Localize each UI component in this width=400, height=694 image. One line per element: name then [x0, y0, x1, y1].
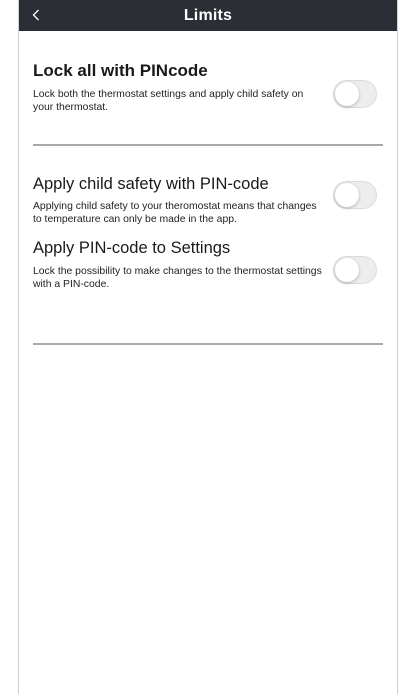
child-safety-toggle[interactable]	[333, 181, 377, 209]
setting-description: Lock both the thermostat settings and ap…	[33, 89, 304, 113]
pin-options-section: Apply child safety with PIN-code Applyin…	[33, 146, 383, 343]
setting-title: Apply PIN-code to Settings	[33, 239, 231, 257]
divider	[33, 343, 383, 345]
header-bar: Limits	[19, 0, 397, 31]
lock-all-section: Lock all with PINcode Lock both the ther…	[33, 31, 383, 144]
settings-pin-toggle[interactable]	[333, 256, 377, 284]
toggle-knob	[335, 183, 359, 207]
toggle-knob	[335, 82, 359, 106]
setting-row-child-safety: Apply child safety with PIN-code Applyin…	[33, 174, 383, 226]
settings-content: Lock all with PINcode Lock both the ther…	[19, 31, 397, 345]
setting-description: Lock the possibility to make changes to …	[33, 266, 322, 290]
setting-description: Applying child safety to your theromosta…	[33, 201, 317, 225]
setting-row-settings-pin: Apply PIN-code to Settings Lock the poss…	[33, 238, 383, 291]
setting-title: Apply child safety with PIN-code	[33, 175, 269, 193]
page-title: Limits	[183, 6, 233, 24]
chevron-left-icon	[32, 9, 39, 21]
setting-row-lock-all: Lock all with PINcode Lock both the ther…	[33, 61, 383, 114]
toggle-knob	[335, 258, 359, 282]
lock-all-toggle[interactable]	[333, 80, 377, 108]
limits-screen: Limits Lock all with PINcode Lock both t…	[18, 0, 398, 694]
back-button[interactable]	[27, 4, 45, 26]
setting-title: Lock all with PINcode	[33, 61, 208, 80]
